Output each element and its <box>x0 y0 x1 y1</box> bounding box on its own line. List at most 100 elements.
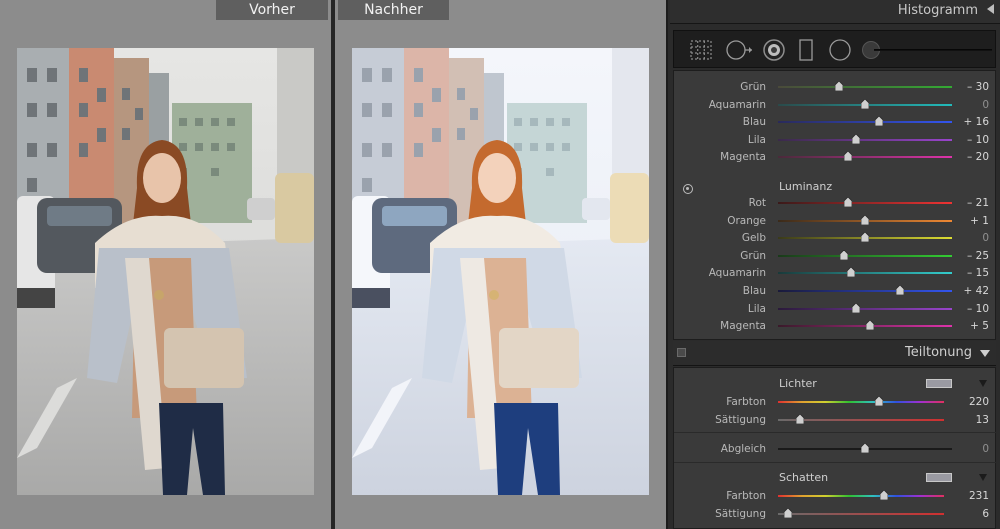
luminance-row[interactable]: Orange + 1 <box>674 213 997 229</box>
luminance-row[interactable]: Aquamarin – 15 <box>674 265 997 281</box>
saturation-slider[interactable] <box>778 133 952 144</box>
slider-thumb[interactable] <box>834 81 843 91</box>
slider-thumb[interactable] <box>843 197 852 207</box>
highlights-color-swatch[interactable] <box>926 379 952 388</box>
highlights-saturation-slider[interactable] <box>778 414 944 424</box>
balance-row[interactable]: Abgleich 0 <box>674 441 997 457</box>
after-pane: Nachher <box>335 0 666 529</box>
luminance-value[interactable]: – 10 <box>945 301 989 317</box>
slider-thumb[interactable] <box>783 508 792 518</box>
highlights-hue-label: Farbton <box>726 396 766 408</box>
luminance-value[interactable]: – 21 <box>945 195 989 211</box>
crop-overlay-icon[interactable] <box>688 38 714 62</box>
luminance-slider[interactable] <box>778 285 952 295</box>
saturation-slider[interactable] <box>778 151 952 162</box>
luminance-slider[interactable] <box>778 232 952 243</box>
before-photo[interactable] <box>17 48 314 495</box>
spot-removal-icon[interactable] <box>724 38 754 62</box>
saturation-value[interactable]: – 20 <box>945 149 989 165</box>
graduated-filter-icon[interactable] <box>798 38 814 62</box>
slider-thumb[interactable] <box>866 320 875 331</box>
saturation-row[interactable]: Blau + 16 <box>674 114 997 130</box>
saturation-row[interactable]: Aquamarin 0 <box>674 97 997 113</box>
shadows-hue-label: Farbton <box>726 490 766 502</box>
luminance-label: Grün <box>740 249 766 262</box>
saturation-label: Grün <box>740 81 766 93</box>
slider-thumb[interactable] <box>861 214 869 225</box>
slider-thumb[interactable] <box>843 151 852 162</box>
luminance-slider[interactable] <box>778 249 952 260</box>
balance-value[interactable]: 0 <box>945 441 989 457</box>
luminance-slider[interactable] <box>778 320 952 331</box>
luminance-row[interactable]: Magenta + 5 <box>674 318 997 334</box>
luminance-slider[interactable] <box>778 302 952 313</box>
shadows-hue-value[interactable]: 231 <box>945 488 989 504</box>
luminance-row[interactable]: Gelb 0 <box>674 230 997 246</box>
highlights-hue-row[interactable]: Farbton 220 <box>674 394 997 410</box>
luminance-slider[interactable] <box>778 267 952 278</box>
saturation-value[interactable]: 0 <box>945 97 989 113</box>
luminance-row[interactable]: Blau + 42 <box>674 283 997 299</box>
luminance-value[interactable]: – 15 <box>945 265 989 281</box>
highlights-saturation-row[interactable]: Sättigung 13 <box>674 412 997 428</box>
slider-thumb[interactable] <box>861 98 869 109</box>
highlights-hue-value[interactable]: 220 <box>945 394 989 410</box>
luminance-value[interactable]: – 25 <box>945 248 989 264</box>
histogram-header[interactable]: Histogramm <box>670 0 1000 24</box>
slider-thumb[interactable] <box>852 133 861 144</box>
luminance-value[interactable]: + 1 <box>945 213 989 229</box>
saturation-value[interactable]: – 30 <box>945 79 989 95</box>
saturation-slider[interactable] <box>778 116 952 127</box>
radial-filter-icon[interactable] <box>828 38 852 62</box>
highlights-saturation-value[interactable]: 13 <box>945 412 989 428</box>
luminance-row[interactable]: Grün – 25 <box>674 248 997 264</box>
luminance-heading: Luminanz <box>779 180 833 193</box>
saturation-row[interactable]: Lila – 10 <box>674 132 997 148</box>
slider-thumb[interactable] <box>847 267 856 278</box>
saturation-value[interactable]: + 16 <box>945 114 990 130</box>
histogram-title: Histogramm <box>897 3 978 18</box>
highlights-hue-slider[interactable] <box>778 396 944 406</box>
luminance-slider[interactable] <box>778 197 952 207</box>
shadows-hue-row[interactable]: Farbton 231 <box>674 488 997 504</box>
saturation-slider[interactable] <box>778 81 952 91</box>
slider-thumb[interactable] <box>840 249 849 260</box>
saturation-value[interactable]: – 10 <box>945 132 989 148</box>
compare-view: Vorher Nachher <box>0 0 666 529</box>
expand-arrow-icon[interactable] <box>980 350 990 357</box>
highlights-picker-arrow-icon[interactable] <box>979 380 987 387</box>
split-toning-header[interactable]: Teiltonung <box>673 341 996 366</box>
slider-thumb[interactable] <box>895 285 904 295</box>
shadows-picker-arrow-icon[interactable] <box>979 474 987 481</box>
section-divider <box>674 462 997 463</box>
slider-thumb[interactable] <box>875 396 884 406</box>
shadows-color-swatch[interactable] <box>926 473 952 482</box>
luminance-slider[interactable] <box>778 214 952 225</box>
slider-thumb[interactable] <box>852 302 861 313</box>
saturation-row[interactable]: Magenta – 20 <box>674 149 997 165</box>
before-label: Vorher <box>216 0 328 20</box>
shadows-saturation-slider[interactable] <box>778 508 944 518</box>
tool-slider-track[interactable] <box>874 49 992 51</box>
luminance-row[interactable]: Rot – 21 <box>674 195 997 211</box>
shadows-saturation-row[interactable]: Sättigung 6 <box>674 506 997 522</box>
shadows-hue-slider[interactable] <box>778 490 944 500</box>
balance-slider[interactable] <box>778 443 952 453</box>
collapse-arrow-icon[interactable] <box>987 4 994 14</box>
slider-thumb[interactable] <box>861 232 869 243</box>
slider-thumb[interactable] <box>795 414 804 424</box>
luminance-value[interactable]: + 42 <box>945 283 990 299</box>
red-eye-icon[interactable] <box>762 38 786 62</box>
panel-toggle-switch[interactable] <box>677 348 686 357</box>
shadows-saturation-value[interactable]: 6 <box>945 506 989 522</box>
after-photo[interactable] <box>352 48 649 495</box>
saturation-row[interactable]: Grün – 30 <box>674 79 997 95</box>
luminance-value[interactable]: + 5 <box>945 318 989 334</box>
targeted-adjustment-icon[interactable] <box>683 184 693 194</box>
slider-thumb[interactable] <box>880 490 889 500</box>
luminance-row[interactable]: Lila – 10 <box>674 301 997 317</box>
slider-thumb[interactable] <box>861 443 869 453</box>
saturation-slider[interactable] <box>778 98 952 109</box>
slider-thumb[interactable] <box>874 116 883 127</box>
luminance-value[interactable]: 0 <box>945 230 989 246</box>
